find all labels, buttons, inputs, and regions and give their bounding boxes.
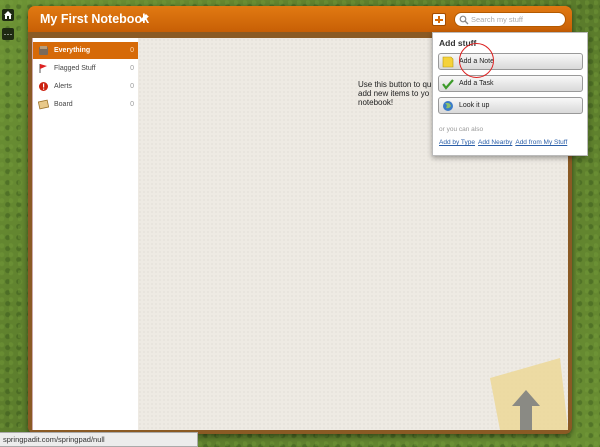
popup-links: Add by Type Add Nearby Add from My Stuff <box>439 139 570 146</box>
add-stuff-button[interactable] <box>432 13 446 26</box>
sidebar: Everything 0 Flagged Stuff 0 Alerts 0 Bo… <box>32 38 139 430</box>
status-bar: springpadit.com/springpad/null <box>0 432 198 447</box>
note-icon <box>442 56 454 68</box>
alert-icon <box>39 82 48 91</box>
look-it-up-button[interactable]: Look it up <box>438 97 583 114</box>
globe-icon <box>443 101 453 111</box>
checkmark-icon <box>442 79 454 90</box>
more-menu-button[interactable]: ⋯ <box>2 28 14 40</box>
sidebar-item-flagged-stuff[interactable]: Flagged Stuff 0 <box>33 60 139 77</box>
everything-icon <box>39 46 48 55</box>
search-icon <box>459 15 469 25</box>
sidebar-item-count: 0 <box>130 65 134 72</box>
add-task-button[interactable]: Add a Task <box>438 75 583 92</box>
sidebar-item-everything[interactable]: Everything 0 <box>33 42 139 59</box>
add-by-type-link[interactable]: Add by Type <box>439 139 475 146</box>
look-it-up-label: Look it up <box>459 102 490 109</box>
add-nearby-link[interactable]: Add Nearby <box>478 139 512 146</box>
sidebar-item-count: 0 <box>130 47 134 54</box>
add-task-label: Add a Task <box>459 80 494 87</box>
popup-subtext: or you can also <box>439 126 484 133</box>
add-stuff-popup: Add stuff Add a Note Add a Task Look it … <box>432 32 588 156</box>
add-from-my-stuff-link[interactable]: Add from My Stuff <box>515 139 567 146</box>
notebook-title[interactable]: My First Notebook <box>40 12 149 26</box>
board-icon <box>38 99 49 110</box>
pencil-icon[interactable] <box>139 13 149 23</box>
search-box[interactable] <box>454 12 566 27</box>
highlight-circle <box>459 43 494 78</box>
sidebar-item-label: Alerts <box>54 83 72 90</box>
sidebar-item-board[interactable]: Board 0 <box>33 96 139 113</box>
flag-icon <box>39 64 47 73</box>
sidebar-item-label: Board <box>54 101 73 108</box>
page-corner-decoration <box>490 358 568 430</box>
sidebar-item-label: Everything <box>54 47 91 54</box>
sidebar-item-label: Flagged Stuff <box>54 65 96 72</box>
sidebar-item-count: 0 <box>130 101 134 108</box>
sidebar-item-count: 0 <box>130 83 134 90</box>
search-input[interactable] <box>471 14 561 25</box>
sidebar-item-alerts[interactable]: Alerts 0 <box>33 78 139 95</box>
notebook-header: My First Notebook <box>28 6 572 32</box>
home-icon[interactable] <box>2 9 14 21</box>
